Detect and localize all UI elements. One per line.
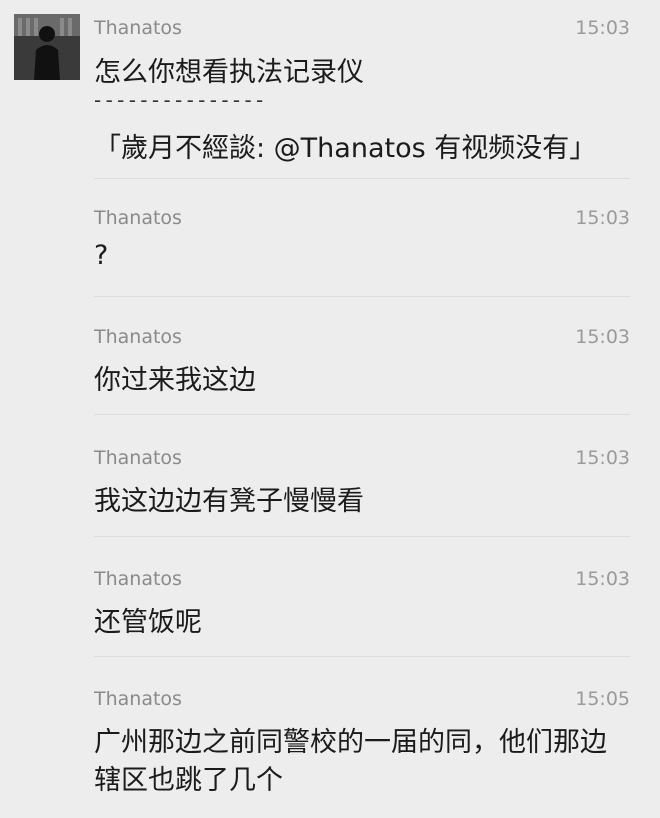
message-item[interactable]: Thanatos 15:03 我这边边有凳子慢慢看 [0,414,660,536]
sender-name: Thanatos [94,326,182,348]
quoted-message: 「歲月不經談: @Thanatos 有视频没有」 [94,133,597,164]
message-time: 15:05 [575,688,630,710]
sender-name: Thanatos [94,447,182,469]
message-time: 15:03 [575,207,630,229]
message-text: 怎么你想看执法记录仪 [94,57,364,88]
message-item[interactable]: Thanatos 15:05 广州那边之前同警校的一届的同，他们那边 辖区也跳了… [0,656,660,818]
message-item[interactable]: Thanatos 15:03 你过来我这边 [0,296,660,414]
message-item[interactable]: Thanatos 15:03 还管饭呢 [0,536,660,656]
message-text: 广州那边之前同警校的一届的同，他们那边 [94,727,607,758]
message-time: 15:03 [575,568,630,590]
message-time: 15:03 [575,17,630,39]
message-item[interactable]: Thanatos 15:03 ? [0,178,660,296]
sender-name: Thanatos [94,207,182,229]
message-text: 还管饭呢 [94,607,202,638]
message-text: 我这边边有凳子慢慢看 [94,486,364,517]
message-text: ? [94,240,109,271]
sender-name: Thanatos [94,688,182,710]
message-text: 辖区也跳了几个 [94,765,283,796]
message-item[interactable]: Thanatos 15:03 怎么你想看执法记录仪 - - - - - - - … [0,0,660,178]
quote-separator: - - - - - - - - - - - - - - - [94,88,263,112]
sender-name: Thanatos [94,17,182,39]
message-text: 你过来我这边 [94,365,256,396]
sender-name: Thanatos [94,568,182,590]
message-time: 15:03 [575,447,630,469]
message-time: 15:03 [575,326,630,348]
